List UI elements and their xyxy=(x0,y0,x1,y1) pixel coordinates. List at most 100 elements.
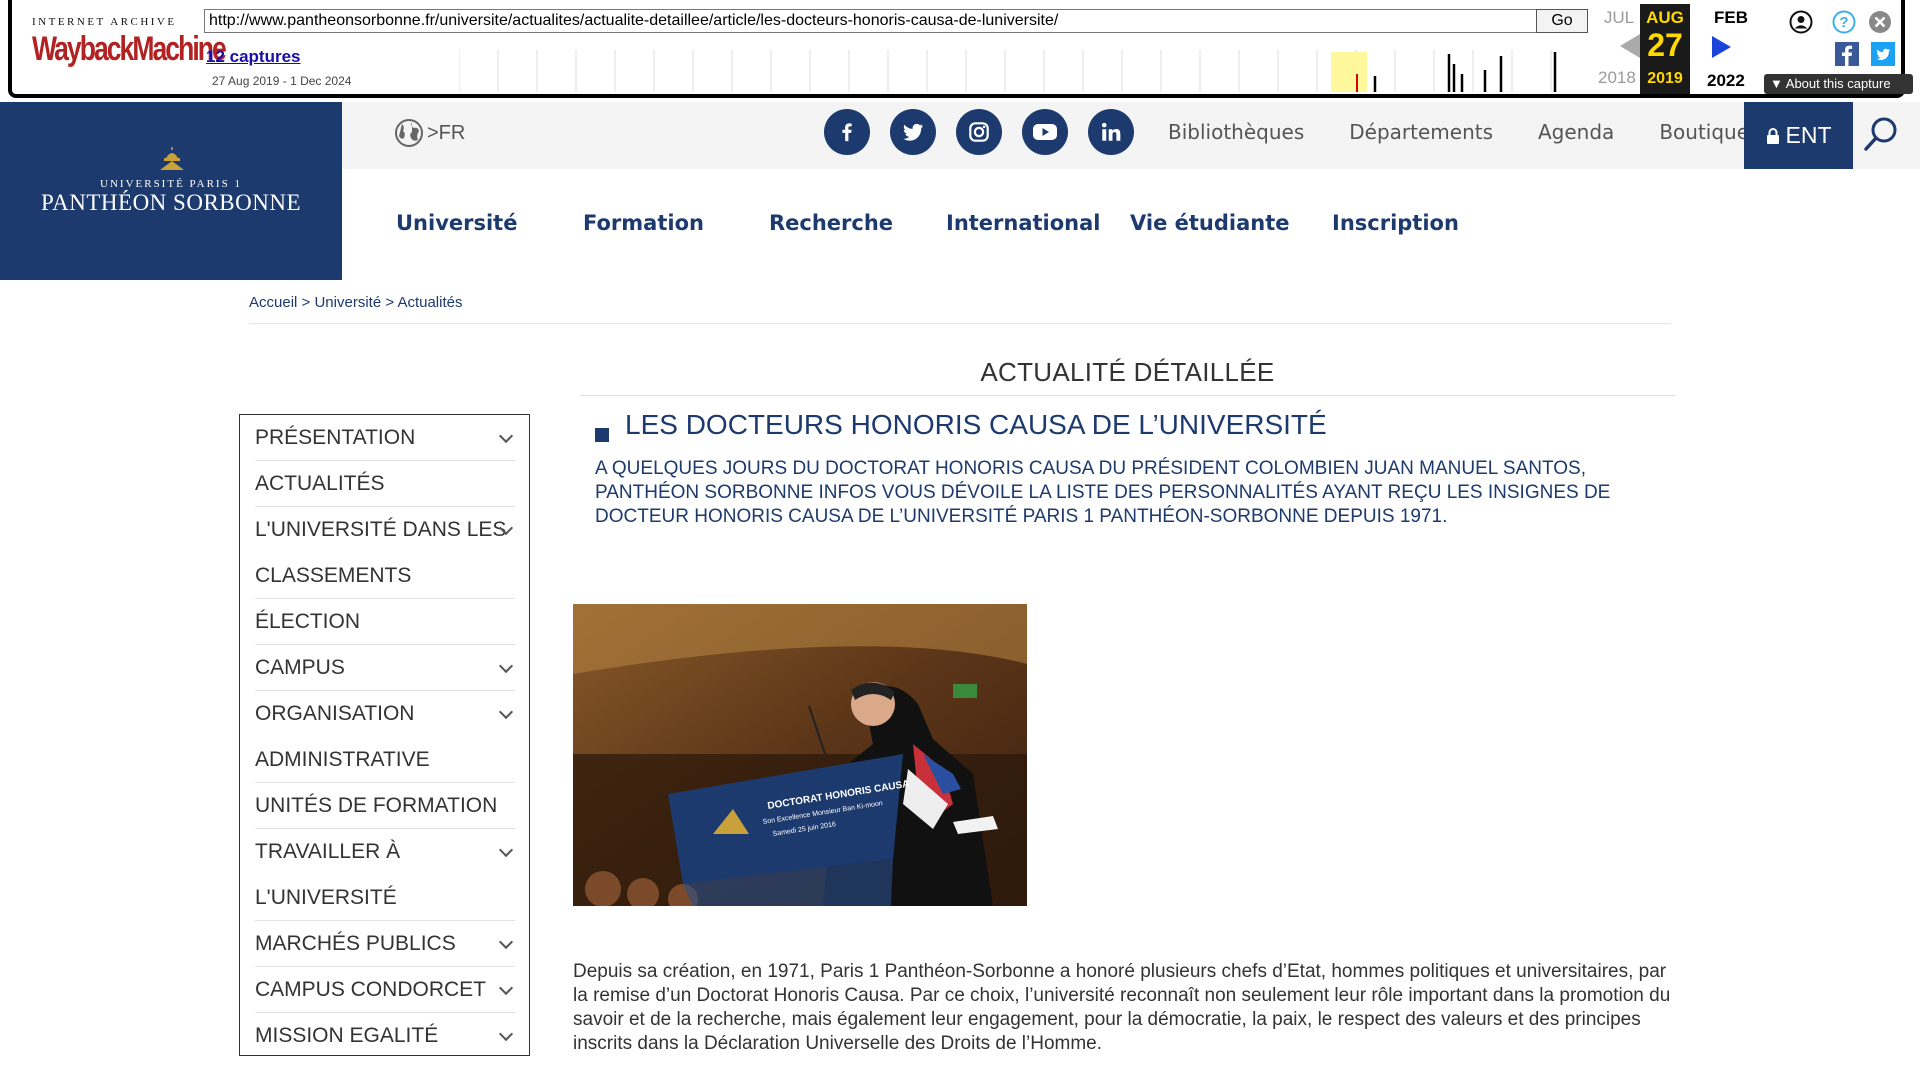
facebook-share-icon[interactable] xyxy=(1835,42,1859,66)
linkedin-link[interactable] xyxy=(1088,109,1134,155)
sidebar-item-election[interactable]: ÉLECTION xyxy=(255,599,513,645)
capture-date-range: 27 Aug 2019 - 1 Dec 2024 xyxy=(212,74,352,88)
about-capture-dropdown[interactable]: ▼ About this capture xyxy=(1764,74,1913,94)
wayback-url-input[interactable] xyxy=(204,9,1537,33)
utility-links: Bibliothèques Départements Agenda Boutiq… xyxy=(1168,120,1749,144)
sidebar-item-campus[interactable]: CAMPUS xyxy=(255,645,514,691)
logo-small-text: UNIVERSITÉ PARIS 1 xyxy=(100,178,242,190)
sidebar-item-label-line2: CLASSEMENTS xyxy=(255,564,412,587)
nav-vie-etudiante[interactable]: Vie étudiante xyxy=(1130,211,1290,235)
sidebar-item-label: MARCHÉS PUBLICS xyxy=(255,932,456,955)
breadcrumb-divider xyxy=(249,323,1671,324)
capture-sparkline[interactable] xyxy=(459,50,1599,92)
sidebar-item-actualites[interactable]: ACTUALITÉS xyxy=(255,461,513,507)
next-month[interactable]: FEB xyxy=(1706,8,1756,28)
sidebar-item-campus-condorcet[interactable]: CAMPUS CONDORCET xyxy=(255,967,514,1013)
pantheon-emblem-icon xyxy=(160,147,184,170)
toplink-agenda[interactable]: Agenda xyxy=(1538,120,1614,144)
toplink-departements[interactable]: Départements xyxy=(1349,120,1493,144)
ent-label: ENT xyxy=(1785,122,1832,148)
wayback-logo-caption: INTERNET ARCHIVE xyxy=(32,16,177,28)
article-title: LES DOCTEURS HONORIS CAUSA DE L’UNIVERSI… xyxy=(625,409,1327,440)
wayback-logo-word: Wayback xyxy=(32,30,134,68)
ceremony-photo: DOCTORAT HONORIS CAUSA Son Excellence Mo… xyxy=(573,604,1027,906)
nav-international[interactable]: International xyxy=(946,211,1101,235)
sidebar-item-presentation[interactable]: PRÉSENTATION xyxy=(255,415,514,461)
sidebar-item-travailler[interactable]: TRAVAILLER À L'UNIVERSITÉ xyxy=(255,829,514,921)
sidebar-item-organisation[interactable]: ORGANISATION ADMINISTRATIVE xyxy=(255,691,514,783)
sidebar-item-label: ÉLECTION xyxy=(255,610,361,633)
language-selector[interactable]: >FR xyxy=(394,118,465,148)
globe-icon xyxy=(395,119,423,147)
nav-formation[interactable]: Formation xyxy=(583,211,704,235)
lock-icon xyxy=(1766,127,1779,144)
nav-recherche[interactable]: Recherche xyxy=(769,211,893,235)
linkedin-icon xyxy=(1101,122,1121,141)
current-month: AUG xyxy=(1646,8,1684,27)
prev-month[interactable]: JUL xyxy=(1594,8,1644,28)
breadcrumb-accueil[interactable]: Accueil xyxy=(249,294,297,311)
sidebar-item-classements[interactable]: L'UNIVERSITÉ DANS LES CLASSEMENTS xyxy=(255,507,514,599)
youtube-icon xyxy=(1033,124,1057,140)
help-icon[interactable]: ? xyxy=(1832,10,1856,34)
sidebar-item-marches-publics[interactable]: MARCHÉS PUBLICS xyxy=(255,921,514,967)
facebook-link[interactable] xyxy=(824,109,870,155)
toplink-bibliotheques[interactable]: Bibliothèques xyxy=(1168,120,1304,144)
sidebar-item-label: CAMPUS xyxy=(255,656,345,679)
social-links xyxy=(824,109,1134,155)
caret-down-icon: ▼ xyxy=(1770,76,1783,91)
sidebar-item-label: TRAVAILLER À xyxy=(255,840,401,863)
instagram-link[interactable] xyxy=(956,109,1002,155)
next-capture-arrow-icon[interactable] xyxy=(1712,36,1731,58)
sidebar-item-label-line2: L'UNIVERSITÉ xyxy=(255,886,397,909)
sidebar-item-label: MISSION EGALITÉ xyxy=(255,1024,439,1047)
sidebar-item-mission-egalite[interactable]: MISSION EGALITÉ xyxy=(255,1013,514,1059)
prev-capture-arrow-icon[interactable] xyxy=(1620,34,1640,58)
wayback-toolbar: INTERNET ARCHIVE WaybackMachine Go 12 ca… xyxy=(8,0,1913,98)
twitter-icon xyxy=(903,123,923,141)
ent-button[interactable]: ENT xyxy=(1744,102,1853,169)
section-title: ACTUALITÉ DÉTAILLÉE xyxy=(980,357,1275,387)
top-utility-bar: >FR Bibliothèques Départements Agenda Bo… xyxy=(342,102,1920,169)
article-body: Depuis sa création, en 1971, Paris 1 Pan… xyxy=(573,961,1671,1054)
toplink-boutique[interactable]: Boutique xyxy=(1659,120,1749,144)
article-lead: A QUELQUES JOURS DU DOCTORAT HONORIS CAU… xyxy=(595,458,1611,527)
breadcrumb-universite[interactable]: Université xyxy=(314,294,381,311)
prev-year[interactable]: 2018 xyxy=(1598,68,1636,88)
sidebar-item-label: PRÉSENTATION xyxy=(255,426,416,449)
logo-big-text: PANTHÉON SORBONNE xyxy=(40,190,302,215)
sidebar-item-label: L'UNIVERSITÉ DANS LES xyxy=(255,518,507,541)
captures-link[interactable]: 12 captures xyxy=(206,47,301,67)
breadcrumb-actualites[interactable]: Actualités xyxy=(397,294,462,311)
facebook-icon xyxy=(842,123,852,142)
youtube-link[interactable] xyxy=(1022,109,1068,155)
account-icon[interactable] xyxy=(1789,10,1813,34)
breadcrumb-separator: > xyxy=(381,294,398,311)
language-label: >FR xyxy=(427,121,466,144)
about-capture-label: About this capture xyxy=(1785,76,1891,91)
sidebar-item-label: CAMPUS CONDORCET xyxy=(255,978,487,1001)
go-button[interactable]: Go xyxy=(1536,9,1588,33)
close-icon[interactable] xyxy=(1868,10,1892,34)
twitter-share-icon[interactable] xyxy=(1871,42,1895,66)
nav-inscription[interactable]: Inscription xyxy=(1332,211,1459,235)
current-year: 2019 xyxy=(1647,70,1683,87)
search-icon[interactable] xyxy=(1862,114,1902,154)
university-logo[interactable]: UNIVERSITÉ PARIS 1 PANTHÉON SORBONNE xyxy=(0,102,342,280)
sidebar-item-unites-formation[interactable]: UNITÉS DE FORMATION xyxy=(255,783,513,829)
section-title-divider xyxy=(580,395,1675,396)
sidebar-item-label: ACTUALITÉS xyxy=(255,472,385,495)
breadcrumb: Accueil > Université > Actualités xyxy=(249,294,462,311)
wayback-logo[interactable]: WaybackMachine xyxy=(32,30,227,69)
instagram-icon xyxy=(969,122,989,142)
svg-text:?: ? xyxy=(1839,14,1848,31)
nav-universite[interactable]: Université xyxy=(396,211,517,235)
sidebar-menu: PRÉSENTATION ACTUALITÉS L'UNIVERSITÉ DAN… xyxy=(239,414,530,1056)
sidebar-item-label: UNITÉS DE FORMATION xyxy=(255,794,498,817)
twitter-link[interactable] xyxy=(890,109,936,155)
breadcrumb-separator: > xyxy=(297,294,315,311)
current-day: 27 xyxy=(1647,27,1683,63)
next-year[interactable]: 2022 xyxy=(1707,71,1745,91)
title-bullet-icon xyxy=(595,428,609,442)
current-capture-date: AUG 27 2019 xyxy=(1640,4,1690,94)
